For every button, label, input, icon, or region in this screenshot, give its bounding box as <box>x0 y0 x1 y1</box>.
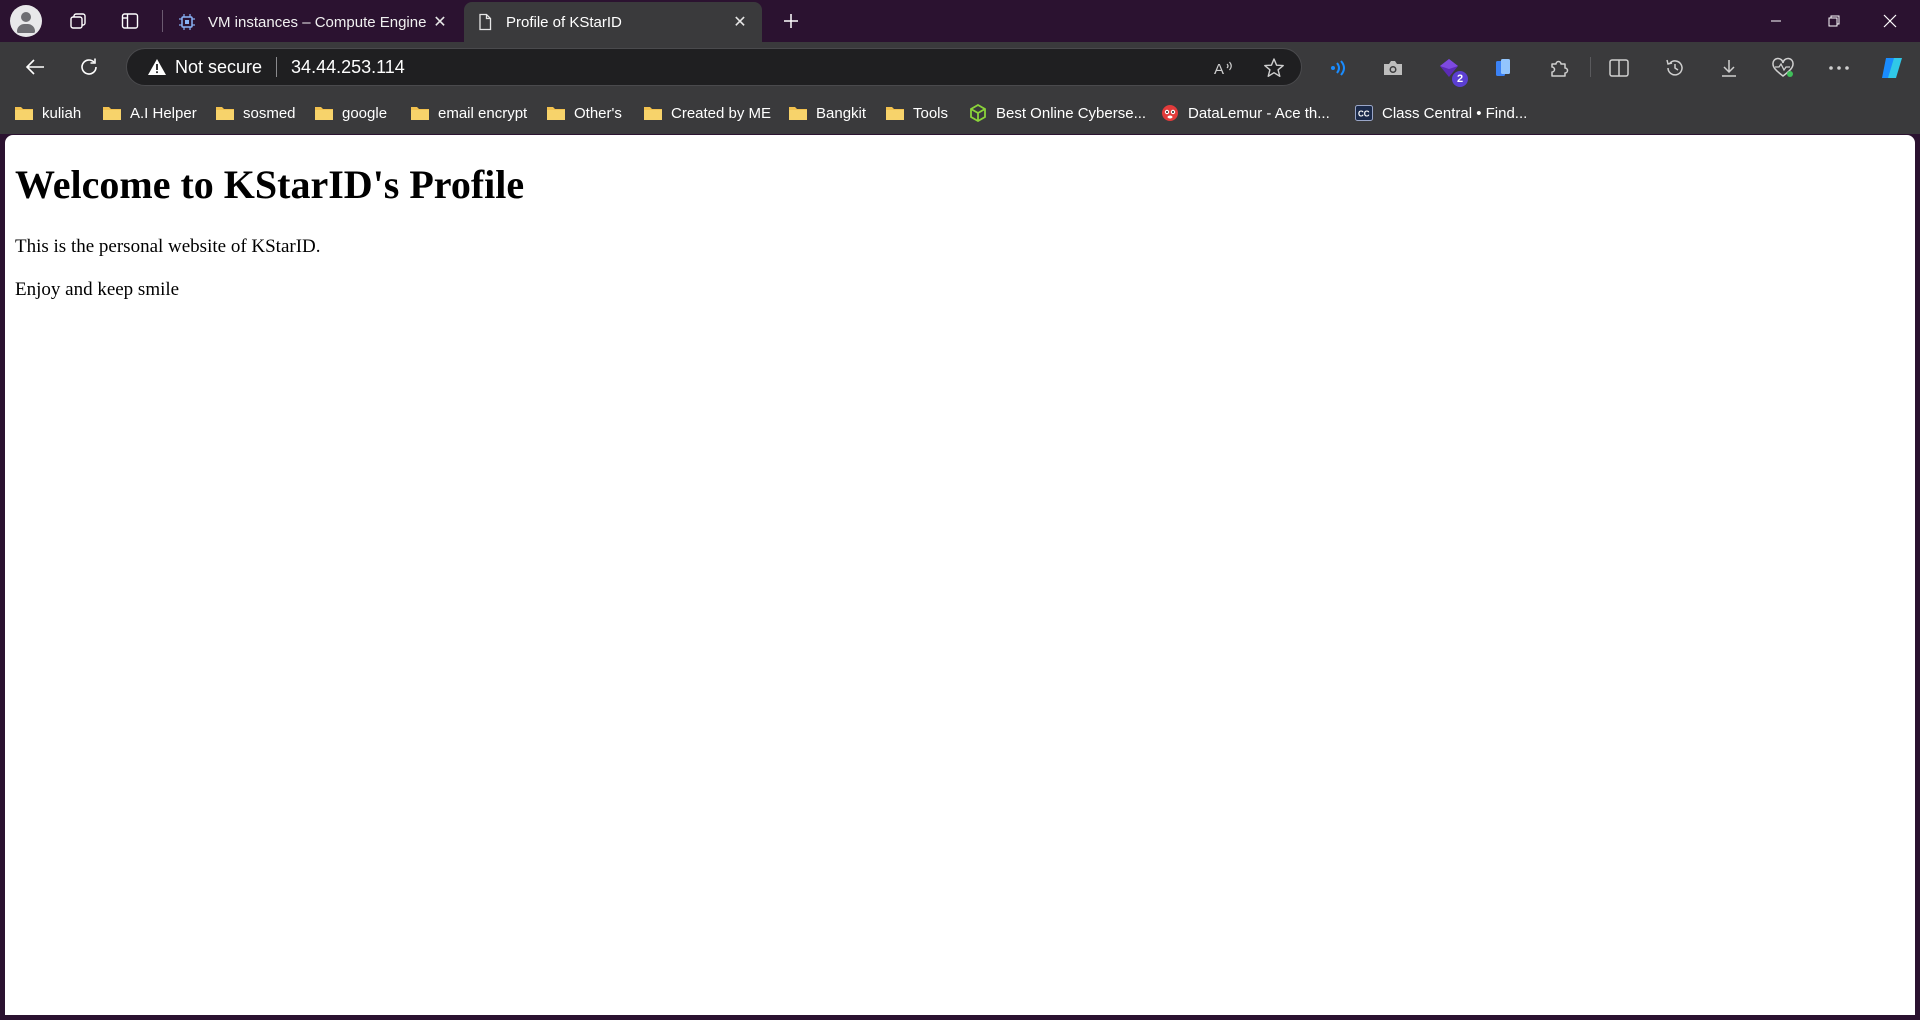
document-icon <box>476 13 494 31</box>
tab-vm-instances[interactable]: VM instances – Compute Engine – ✕ <box>166 2 462 42</box>
extension-badge: 2 <box>1452 71 1468 87</box>
extension-wave-icon[interactable] <box>1326 55 1352 81</box>
split-screen-icon[interactable] <box>1606 55 1632 81</box>
close-icon[interactable]: ✕ <box>430 12 450 32</box>
bookmark-label: sosmed <box>243 104 296 122</box>
more-options-icon[interactable] <box>1826 55 1852 81</box>
bookmark-label: A.I Helper <box>130 104 197 122</box>
bookmark-label: DataLemur - Ace th... <box>1188 104 1330 122</box>
folder-icon <box>410 104 430 122</box>
security-label[interactable]: Not secure <box>175 57 262 78</box>
favorite-star-icon[interactable] <box>1263 57 1285 79</box>
performance-heart-icon[interactable] <box>1770 55 1796 81</box>
refresh-button[interactable] <box>72 50 106 84</box>
folder-icon <box>14 104 34 122</box>
bookmark-label: kuliah <box>42 104 82 122</box>
title-bar: VM instances – Compute Engine – ✕ Profil… <box>0 0 1920 42</box>
back-button[interactable] <box>18 50 52 84</box>
folder-icon <box>885 104 905 122</box>
address-separator <box>276 57 278 77</box>
chip-icon <box>178 13 196 31</box>
vertical-tabs-icon[interactable] <box>114 6 146 36</box>
browser-toolbar: Not secure 34.44.253.114 A 2 <box>0 42 1920 92</box>
extensions-puzzle-icon[interactable] <box>1546 55 1572 81</box>
bookmark-label: Created by ME <box>671 104 772 122</box>
bookmark-class-central[interactable]: CC Class Central • Find... <box>1354 101 1527 125</box>
bookmark-folder-kuliah[interactable]: kuliah <box>14 101 81 125</box>
tab-profile[interactable]: Profile of KStarID ✕ <box>464 2 762 42</box>
bookmark-label: Tools <box>913 104 949 122</box>
bookmark-cybersecurity[interactable]: Best Online Cyberse... <box>968 101 1146 125</box>
bookmark-label: Class Central • Find... <box>1382 104 1528 122</box>
bookmark-folder-google[interactable]: google <box>314 101 387 125</box>
bookmark-label: Bangkit <box>816 104 867 122</box>
download-icon[interactable] <box>1716 55 1742 81</box>
folder-icon <box>102 104 122 122</box>
history-icon[interactable] <box>1662 55 1688 81</box>
bookmark-folder-tools[interactable]: Tools <box>885 101 948 125</box>
bookmark-folder-created-by-me[interactable]: Created by ME <box>643 101 771 125</box>
profile-avatar[interactable] <box>10 5 42 37</box>
new-tab-button[interactable] <box>776 6 806 36</box>
bookmark-folder-bangkit[interactable]: Bangkit <box>788 101 866 125</box>
collections-icon[interactable] <box>1490 55 1516 81</box>
folder-icon <box>215 104 235 122</box>
copilot-icon[interactable] <box>1878 55 1906 81</box>
minimize-button[interactable] <box>1748 0 1804 42</box>
folder-icon <box>314 104 334 122</box>
url-text[interactable]: 34.44.253.114 <box>291 57 405 78</box>
bookmark-label: Other's <box>574 104 622 122</box>
svg-text:CC: CC <box>1358 110 1370 119</box>
bookmark-label: email encrypt <box>438 104 528 122</box>
bookmark-label: google <box>342 104 388 122</box>
bookmarks-bar: kuliah A.I Helper sosmed google email en… <box>0 92 1920 134</box>
bookmark-folder-ai-helper[interactable]: A.I Helper <box>102 101 197 125</box>
toolbar-separator <box>1590 57 1591 77</box>
bookmark-folder-email-encrypt[interactable]: email encrypt <box>410 101 527 125</box>
bookmark-folder-sosmed[interactable]: sosmed <box>215 101 296 125</box>
tab-separator <box>162 10 163 32</box>
folder-icon <box>788 104 808 122</box>
tab-title: VM instances – Compute Engine – <box>208 13 430 31</box>
page-viewport: Welcome to KStarID's Profile This is the… <box>5 135 1915 1015</box>
closing-paragraph: Enjoy and keep smile <box>15 279 180 300</box>
page-heading: Welcome to KStarID's Profile <box>15 162 525 207</box>
close-window-button[interactable] <box>1862 0 1918 42</box>
folder-icon <box>546 104 566 122</box>
address-bar[interactable]: Not secure 34.44.253.114 A <box>126 48 1302 86</box>
lemur-icon <box>1160 104 1180 122</box>
cc-icon: CC <box>1354 104 1374 122</box>
svg-text:A: A <box>1214 61 1224 78</box>
close-icon[interactable]: ✕ <box>730 12 750 32</box>
camera-icon[interactable] <box>1380 55 1406 81</box>
bookmark-folder-others[interactable]: Other's <box>546 101 622 125</box>
restore-button[interactable] <box>1806 0 1862 42</box>
folder-icon <box>643 104 663 122</box>
extension-purple-icon[interactable]: 2 <box>1436 55 1468 87</box>
workspaces-icon[interactable] <box>62 6 94 36</box>
bookmark-label: Best Online Cyberse... <box>996 104 1147 122</box>
tab-title: Profile of KStarID <box>506 13 622 31</box>
warning-icon[interactable] <box>147 57 167 77</box>
bookmark-datalemur[interactable]: DataLemur - Ace th... <box>1160 101 1330 125</box>
intro-paragraph: This is the personal website of KStarID. <box>15 236 321 257</box>
cube-icon <box>968 104 988 122</box>
read-aloud-icon[interactable]: A <box>1213 57 1235 79</box>
